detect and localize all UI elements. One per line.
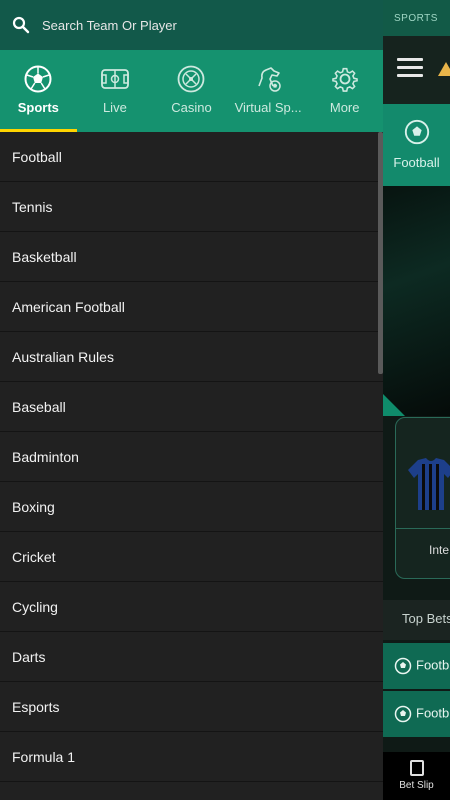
brand-logo bbox=[438, 62, 450, 76]
tab-label: More bbox=[329, 100, 360, 115]
list-item-label: Cricket bbox=[12, 548, 56, 565]
soccer-ball-icon bbox=[394, 657, 412, 675]
list-item-label: American Football bbox=[12, 298, 125, 315]
sidebar-item-darts[interactable]: Darts bbox=[0, 632, 383, 682]
sports-list: Football Tennis Basketball American Footbal… bbox=[0, 132, 383, 782]
bg-list-row[interactable]: Footb bbox=[383, 643, 450, 689]
sidebar-item-boxing[interactable]: Boxing bbox=[0, 482, 383, 532]
sidebar-item-formula-1[interactable]: Formula 1 bbox=[0, 732, 383, 782]
bg-list-row[interactable]: Footb bbox=[383, 691, 450, 737]
sidebar-item-cricket[interactable]: Cricket bbox=[0, 532, 383, 582]
sidebar-item-american-football[interactable]: American Football bbox=[0, 282, 383, 332]
tab-label: Sports bbox=[17, 100, 59, 115]
tab-casino[interactable]: Casino bbox=[153, 50, 230, 132]
hamburger-menu-icon[interactable] bbox=[397, 58, 423, 78]
bg-top-bar: SPORTS bbox=[383, 0, 450, 36]
list-item-label: Darts bbox=[12, 648, 46, 665]
tab-sports[interactable]: Sports bbox=[0, 50, 77, 132]
sidebar-item-football[interactable]: Football bbox=[0, 132, 383, 182]
match-card[interactable]: Inte bbox=[395, 417, 450, 579]
bet-slip-label: Bet Slip bbox=[399, 780, 434, 791]
list-item-label: Football bbox=[12, 148, 62, 165]
search-bar[interactable] bbox=[0, 0, 383, 50]
soccer-ball-icon bbox=[394, 705, 412, 723]
hero-banner bbox=[383, 186, 450, 416]
scrollbar[interactable] bbox=[378, 132, 383, 374]
tab-label: Casino bbox=[171, 100, 212, 115]
tab-label: Live bbox=[102, 100, 127, 115]
roulette-icon bbox=[178, 65, 205, 93]
sidebar-item-basketball[interactable]: Basketball bbox=[0, 232, 383, 282]
sidebar-item-cycling[interactable]: Cycling bbox=[0, 582, 383, 632]
list-item-label: Basketball bbox=[12, 248, 77, 265]
horse-icon bbox=[258, 67, 281, 92]
bet-slip-button[interactable]: Bet Slip bbox=[383, 752, 450, 800]
list-item-label: Australian Rules bbox=[12, 348, 114, 365]
bg-tab-label: Football bbox=[393, 155, 440, 170]
sports-drawer: Sports Live Casino bbox=[0, 0, 383, 800]
search-icon bbox=[12, 16, 30, 34]
jersey-icon bbox=[408, 458, 450, 510]
pitch-icon bbox=[100, 69, 129, 89]
tab-live[interactable]: Live bbox=[77, 50, 154, 132]
sidebar-item-tennis[interactable]: Tennis bbox=[0, 182, 383, 232]
list-item-label: Tennis bbox=[12, 198, 53, 215]
search-input[interactable] bbox=[42, 17, 342, 33]
list-item-label: Baseball bbox=[12, 398, 66, 415]
tab-label: Virtual Sp... bbox=[234, 100, 302, 115]
sidebar-item-australian-rules[interactable]: Australian Rules bbox=[0, 332, 383, 382]
bg-header bbox=[383, 36, 450, 104]
tab-virtual-sports[interactable]: Virtual Sp... bbox=[230, 50, 307, 132]
tab-more[interactable]: More bbox=[306, 50, 383, 132]
gear-icon bbox=[331, 67, 358, 92]
list-item-label: Boxing bbox=[12, 498, 55, 515]
top-bets-header[interactable]: Top Bets bbox=[383, 600, 450, 640]
list-item-label: Esports bbox=[12, 698, 60, 715]
background-app: SPORTS Football Inte Top Bets Footb Foot… bbox=[383, 0, 450, 800]
list-item-label: Formula 1 bbox=[12, 748, 76, 765]
sidebar-item-badminton[interactable]: Badminton bbox=[0, 432, 383, 482]
soccer-ball-icon bbox=[404, 119, 429, 145]
sidebar-item-esports[interactable]: Esports bbox=[0, 682, 383, 732]
list-item-label: Cycling bbox=[12, 598, 58, 615]
list-item-label: Badminton bbox=[12, 448, 79, 465]
drawer-tabs: Sports Live Casino Virtual Sp... More bbox=[0, 50, 383, 132]
sidebar-item-baseball[interactable]: Baseball bbox=[0, 382, 383, 432]
match-card-team: Inte bbox=[429, 543, 450, 557]
bg-tab-football[interactable]: Football bbox=[383, 104, 450, 186]
receipt-icon bbox=[409, 760, 424, 776]
soccer-ball-icon bbox=[24, 65, 52, 93]
